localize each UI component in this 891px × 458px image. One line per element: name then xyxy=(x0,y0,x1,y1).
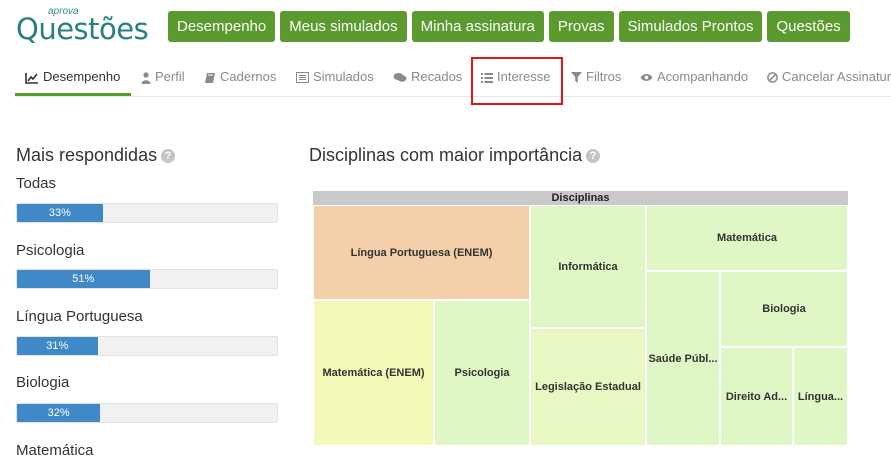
help-icon[interactable]: ? xyxy=(586,149,601,164)
treemap-cell-psicologia[interactable]: Psicologia xyxy=(434,300,530,446)
book-icon xyxy=(205,72,215,83)
treemap-cell-lingua[interactable]: Língua... xyxy=(793,347,848,446)
treemap-cell-legislacao-estadual[interactable]: Legislação Estadual xyxy=(530,328,646,446)
tab-acompanhando[interactable]: Acompanhando xyxy=(640,62,748,94)
tab-perfil-label: Perfil xyxy=(155,69,185,84)
treemap-cell-informatica[interactable]: Informática xyxy=(530,205,646,328)
chart-icon xyxy=(25,72,38,84)
progress-fill: 51% xyxy=(17,270,150,288)
tab-filtros-label: Filtros xyxy=(586,69,622,84)
mais-respondidas-title: Mais respondidas? xyxy=(16,145,176,166)
progress-bar-todas: 33% xyxy=(16,203,278,223)
logo-text: Questões xyxy=(16,12,149,46)
treemap-cell-saude-publica[interactable]: Saúde Públ... xyxy=(646,271,720,446)
progress-bar-psicologia: 51% xyxy=(16,269,278,289)
disciplinas-title: Disciplinas com maior importância? xyxy=(309,145,601,166)
page: aprova Questões Desempenho Meus simulado… xyxy=(0,0,891,458)
tab-cancelar-assinatura-label: Cancelar Assinatura xyxy=(782,69,891,84)
logo[interactable]: aprova Questões xyxy=(16,6,149,46)
list-alt-icon xyxy=(296,72,309,84)
nav-simulados-prontos-button[interactable]: Simulados Prontos xyxy=(618,11,763,42)
ban-icon xyxy=(767,72,778,83)
stat-label-biologia: Biologia xyxy=(16,374,70,391)
tab-cancelar-assinatura[interactable]: Cancelar Assinatura xyxy=(767,62,891,94)
help-icon[interactable]: ? xyxy=(161,149,176,164)
comments-icon xyxy=(393,73,407,82)
stat-label-psicologia: Psicologia xyxy=(16,242,85,259)
nav-provas-button[interactable]: Provas xyxy=(548,11,614,42)
progress-fill: 32% xyxy=(17,404,101,422)
treemap-cell-matematica[interactable]: Matemática xyxy=(646,205,848,271)
treemap-cell-lingua-portuguesa-enem[interactable]: Língua Portuguesa (ENEM) xyxy=(313,205,530,300)
progress-fill: 31% xyxy=(17,337,98,355)
tab-recados[interactable]: Recados xyxy=(393,62,462,94)
tab-acompanhando-label: Acompanhando xyxy=(657,69,749,84)
nav-meus-simulados-button[interactable]: Meus simulados xyxy=(280,11,407,42)
sub-nav: Desempenho Perfil Cadernos Simulados Rec… xyxy=(15,62,891,97)
nav-minha-assinatura-button[interactable]: Minha assinatura xyxy=(411,11,544,42)
mais-respondidas-title-text: Mais respondidas xyxy=(16,145,158,165)
disciplinas-title-text: Disciplinas com maior importância xyxy=(309,145,583,165)
treemap-chart: Disciplinas Língua Portuguesa (ENEM) Inf… xyxy=(313,191,848,446)
tab-desempenho-label: Desempenho xyxy=(43,69,121,84)
tab-cadernos[interactable]: Cadernos xyxy=(204,62,276,94)
highlight-box xyxy=(471,57,563,105)
treemap-cell-matematica-enem[interactable]: Matemática (ENEM) xyxy=(313,300,434,446)
eye-icon xyxy=(640,74,653,81)
treemap-header[interactable]: Disciplinas xyxy=(313,191,848,205)
stat-label-todas: Todas xyxy=(16,175,57,192)
nav-desempenho-button[interactable]: Desempenho xyxy=(168,11,276,42)
treemap-cell-direito-adm[interactable]: Direito Ad... xyxy=(720,347,793,446)
active-tab-indicator xyxy=(15,93,131,96)
user-icon xyxy=(141,71,151,84)
progress-fill: 33% xyxy=(17,204,103,222)
tab-perfil[interactable]: Perfil xyxy=(141,62,185,94)
progress-bar-lingua-portuguesa: 31% xyxy=(16,336,278,356)
tab-filtros[interactable]: Filtros xyxy=(571,62,621,94)
nav-questoes-button[interactable]: Questões xyxy=(767,11,850,42)
tab-cadernos-label: Cadernos xyxy=(220,69,277,84)
progress-bar-biologia: 32% xyxy=(16,403,278,423)
tab-simulados[interactable]: Simulados xyxy=(296,62,374,94)
tab-desempenho[interactable]: Desempenho xyxy=(25,62,120,94)
tab-simulados-label: Simulados xyxy=(313,69,374,84)
stat-label-lingua-portuguesa: Língua Portuguesa xyxy=(16,308,143,325)
tab-recados-label: Recados xyxy=(411,69,463,84)
treemap-cell-biologia[interactable]: Biologia xyxy=(720,271,848,347)
filter-icon xyxy=(571,72,582,84)
top-nav: Desempenho Meus simulados Minha assinatu… xyxy=(168,11,850,42)
stat-label-matematica: Matemática xyxy=(16,442,94,458)
